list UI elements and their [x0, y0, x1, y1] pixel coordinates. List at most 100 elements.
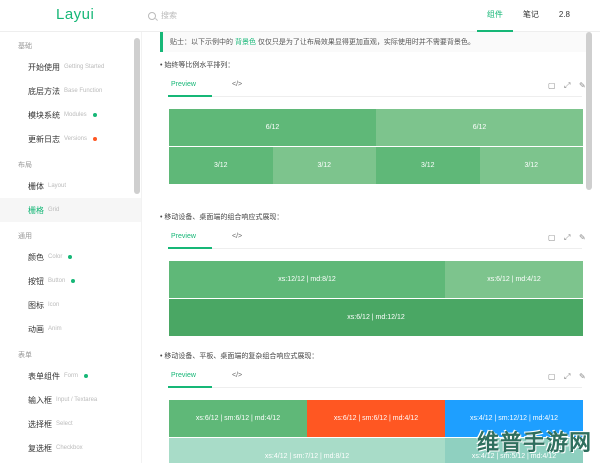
sidebar-item[interactable]: 栅格 Grid [0, 198, 141, 222]
section-label: • 移动设备、桌面端的组合响应式展现： [160, 212, 283, 222]
sidebar-item-label: 栅体 [28, 181, 44, 191]
sidebar-item-sublabel: Color [48, 254, 63, 260]
status-dot-icon [92, 113, 97, 117]
sidebar-item[interactable]: 动画 Anim [0, 317, 141, 341]
sidebar-item[interactable]: 底层方法 Base Function [0, 79, 141, 103]
section-label-text: 移动设备、平板、桌面端的复杂组合响应式展现： [164, 353, 319, 360]
top-nav-item[interactable]: 2.8 [549, 0, 580, 32]
status-dot-icon [84, 374, 88, 378]
sidebar-item[interactable]: 模块系统 Modules [0, 103, 141, 127]
grid-row: xs:6/12 | md:12/12 [169, 299, 583, 336]
sidebar-section-title: 基础 [18, 43, 32, 50]
top-nav-item[interactable]: 组件 [476, 0, 513, 32]
sidebar-item[interactable]: 栅体 Layout [0, 174, 141, 198]
watermark: 维普手游网 [476, 431, 592, 456]
sidebar-item[interactable]: 输入框 Input / Textarea [0, 388, 141, 412]
sidebar-item-label: 颜色 [28, 252, 44, 262]
tip-text-suffix: 仅仅只是为了让布局效果显得更加直观，实际使用时并不需要背景色。 [257, 39, 475, 46]
grid-cell: 6/12 [376, 109, 583, 146]
sidebar: 基础开始使用 Getting Started 底层方法 Base Function 模块… [0, 32, 142, 463]
tab-code[interactable]: </> [232, 372, 242, 379]
sidebar-item-label: 输入框 [28, 395, 52, 405]
sidebar-item-label: 栅格 [28, 205, 44, 215]
grid-cell: xs:12/12 | md:8/12 [169, 261, 445, 298]
sidebar-item-label: 表单组件 [28, 371, 60, 381]
sidebar-item-label: 图标 [28, 300, 44, 310]
sidebar-item[interactable]: 复选框 Checkbox [0, 436, 141, 460]
code-tabbar: Preview </> ▢ ⤢ ✎ [168, 77, 586, 97]
sidebar-item[interactable]: 图标 Icon [0, 293, 141, 317]
sidebar-item-label: 按钮 [28, 276, 44, 286]
grid-row: xs:12/12 | md:8/12 xs:6/12 | md:4/12 [169, 261, 583, 298]
doc-icon[interactable]: ▢ [548, 81, 556, 90]
tab-active-indicator [168, 95, 212, 97]
main-content: 贴士：以下示例中的 背景色 仅仅只是为了让布局效果显得更加直观，实际使用时并不需… [142, 32, 600, 463]
logo[interactable]: Layui [56, 6, 94, 23]
grid-cell: xs:6/12 | sm:6/12 | md:4/12 [169, 400, 307, 437]
sidebar-item-sublabel: Icon [48, 302, 60, 308]
edit-icon[interactable]: ✎ [579, 81, 586, 90]
sidebar-item-sublabel: Modules [64, 112, 87, 118]
tip-highlight: 背景色 [234, 39, 256, 46]
sidebar-item[interactable]: 开始使用 Getting Started [0, 55, 141, 79]
status-dot-icon [93, 137, 98, 141]
sidebar-item-label: 选择框 [28, 419, 52, 429]
grid-cell: 3/12 [272, 147, 376, 184]
sidebar-item-sublabel: Input / Textarea [56, 397, 98, 403]
grid-cell: xs:6/12 | sm:6/12 | md:4/12 [307, 400, 445, 437]
grid-cell: 6/12 [169, 109, 376, 146]
sidebar-item-label: 动画 [28, 324, 44, 334]
tip-text: 贴士：以下示例中的 [170, 39, 233, 46]
expand-icon[interactable]: ⤢ [564, 81, 570, 91]
expand-icon[interactable]: ⤢ [564, 233, 570, 243]
sidebar-item-sublabel: Anim [48, 326, 62, 332]
search-box[interactable]: 搜索 [148, 10, 177, 21]
sidebar-item[interactable]: 更新日志 Versions [0, 127, 141, 151]
sidebar-item-sublabel: Versions [64, 136, 88, 142]
top-header: Layui 搜索 组件 笔记 2.8 [0, 0, 600, 32]
tab-preview[interactable]: Preview [171, 233, 196, 240]
doc-icon[interactable]: ▢ [548, 233, 556, 242]
sidebar-item[interactable]: 颜色 Color [0, 245, 141, 269]
sidebar-item-sublabel: Checkbox [56, 445, 83, 451]
sidebar-section-title: 通用 [18, 233, 32, 240]
tab-code[interactable]: </> [232, 233, 242, 240]
code-tabbar: Preview </> ▢ ⤢ ✎ [168, 229, 586, 249]
grid-cell: 3/12 [479, 147, 583, 184]
grid-row: 6/12 6/12 [169, 109, 583, 146]
sidebar-item-label: 模块系统 [28, 110, 60, 120]
sidebar-item[interactable]: 按钮 Button [0, 269, 141, 293]
sidebar-item-label: 底层方法 [28, 86, 60, 96]
status-dot-icon [68, 255, 73, 259]
grid-row: 3/12 3/12 3/12 3/12 [169, 147, 583, 184]
code-tabbar: Preview </> ▢ ⤢ ✎ [168, 368, 586, 388]
sidebar-item-label: 更新日志 [28, 134, 60, 144]
sidebar-item-sublabel: Getting Started [64, 64, 105, 70]
tab-preview[interactable]: Preview [171, 81, 196, 88]
sidebar-item[interactable]: 表单组件 Form [0, 364, 141, 388]
top-nav-item[interactable]: 笔记 [513, 0, 549, 32]
grid-cell: xs:6/12 | md:12/12 [169, 299, 583, 336]
search-icon [148, 11, 156, 20]
section-label: • 移动设备、平板、桌面端的复杂组合响应式展现： [160, 351, 318, 361]
sidebar-section-title: 布局 [18, 162, 32, 169]
sidebar-item[interactable]: 选择框 Select [0, 412, 141, 436]
status-dot-icon [71, 279, 76, 283]
sidebar-item-sublabel: Grid [48, 207, 60, 213]
search-input[interactable]: 搜索 [161, 10, 177, 21]
doc-icon[interactable]: ▢ [548, 372, 556, 381]
grid-cell: 3/12 [169, 147, 273, 184]
sidebar-item-sublabel: Layout [48, 183, 67, 189]
tab-active-indicator [168, 386, 212, 388]
tab-code[interactable]: </> [232, 81, 242, 88]
sidebar-item-label: 复选框 [28, 443, 52, 453]
expand-icon[interactable]: ⤢ [564, 372, 570, 382]
tab-preview[interactable]: Preview [171, 372, 196, 379]
main-scrollbar[interactable] [586, 32, 592, 190]
sidebar-scrollbar[interactable] [134, 38, 140, 194]
edit-icon[interactable]: ✎ [579, 233, 586, 242]
grid-cell: xs:6/12 | md:4/12 [445, 261, 583, 298]
sidebar-item-sublabel: Base Function [64, 88, 103, 94]
edit-icon[interactable]: ✎ [579, 372, 586, 381]
section-label: • 始终等比例水平排列： [160, 60, 234, 70]
